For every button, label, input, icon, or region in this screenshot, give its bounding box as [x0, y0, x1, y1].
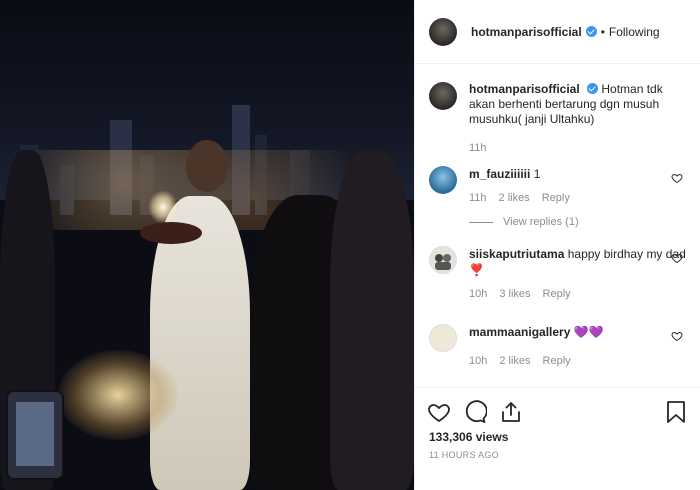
comment: mammaanigallery 💜💜 10h 2 likes Reply: [429, 324, 691, 369]
birthday-cake: [140, 222, 202, 244]
comment-text: 💜💜: [573, 325, 604, 339]
post-timestamp[interactable]: 11 HOURS AGO: [429, 450, 499, 460]
bookmark-icon[interactable]: [665, 400, 687, 424]
view-count[interactable]: 133,306 views: [429, 430, 508, 444]
comment-likes[interactable]: 3 likes: [499, 286, 530, 302]
post-caption: hotmanparisofficial Hotman tdk akan berh…: [429, 82, 691, 156]
comment-time[interactable]: 11h: [469, 190, 487, 206]
man-head: [186, 140, 228, 192]
heart-icon[interactable]: [671, 252, 683, 264]
commenter-username[interactable]: mammaanigallery: [469, 325, 570, 339]
post-header: hotmanparisofficial • Following: [415, 0, 700, 64]
post-sidebar: hotmanparisofficial • Following hotmanpa…: [414, 0, 700, 490]
reply-button[interactable]: Reply: [543, 353, 571, 369]
birthday-candles: [148, 190, 178, 224]
person-far-right: [330, 150, 414, 490]
caption-username[interactable]: hotmanparisofficial: [469, 82, 580, 96]
comment-time[interactable]: 10h: [469, 353, 487, 369]
author-username[interactable]: hotmanparisofficial: [471, 25, 582, 39]
comment: m_fauziiiiii 1 11h 2 likes Reply View re…: [429, 166, 691, 230]
author-avatar[interactable]: [429, 17, 457, 46]
reply-button[interactable]: Reply: [543, 286, 571, 302]
share-icon[interactable]: [499, 400, 523, 424]
comment-time[interactable]: 10h: [469, 286, 487, 302]
comment-icon[interactable]: [463, 400, 487, 424]
view-replies-button[interactable]: View replies (1): [469, 214, 691, 230]
heart-icon[interactable]: [427, 400, 451, 424]
separator-dot: •: [600, 24, 605, 39]
comment-likes[interactable]: 2 likes: [499, 190, 530, 206]
heart-icon[interactable]: [671, 172, 683, 184]
comment-likes[interactable]: 2 likes: [499, 353, 530, 369]
heart-icon[interactable]: [671, 330, 683, 342]
caption-timestamp[interactable]: 11h: [469, 141, 691, 156]
commenter-username[interactable]: m_fauziiiiii: [469, 167, 530, 181]
phone-in-hand: [6, 390, 64, 480]
post-actions: 133,306 views 11 HOURS AGO: [415, 387, 700, 490]
comment-text: 1: [533, 167, 541, 181]
commenter-avatar[interactable]: [429, 246, 457, 274]
replies-line: [469, 221, 493, 223]
caption-author-avatar[interactable]: [429, 82, 457, 110]
reply-button[interactable]: Reply: [542, 190, 570, 206]
commenter-username[interactable]: siiskaputriutama: [469, 247, 564, 261]
following-button[interactable]: Following: [609, 25, 660, 39]
view-replies-label: View replies (1): [503, 216, 579, 228]
commenter-avatar[interactable]: [429, 324, 457, 352]
candle-table: [58, 350, 178, 440]
verified-badge-icon: [585, 26, 597, 37]
comment: siiskaputriutama happy birdhay my dad ❣️…: [429, 246, 691, 302]
verified-badge-icon: [587, 83, 599, 94]
post-video[interactable]: [0, 0, 414, 490]
commenter-avatar[interactable]: [429, 166, 457, 194]
